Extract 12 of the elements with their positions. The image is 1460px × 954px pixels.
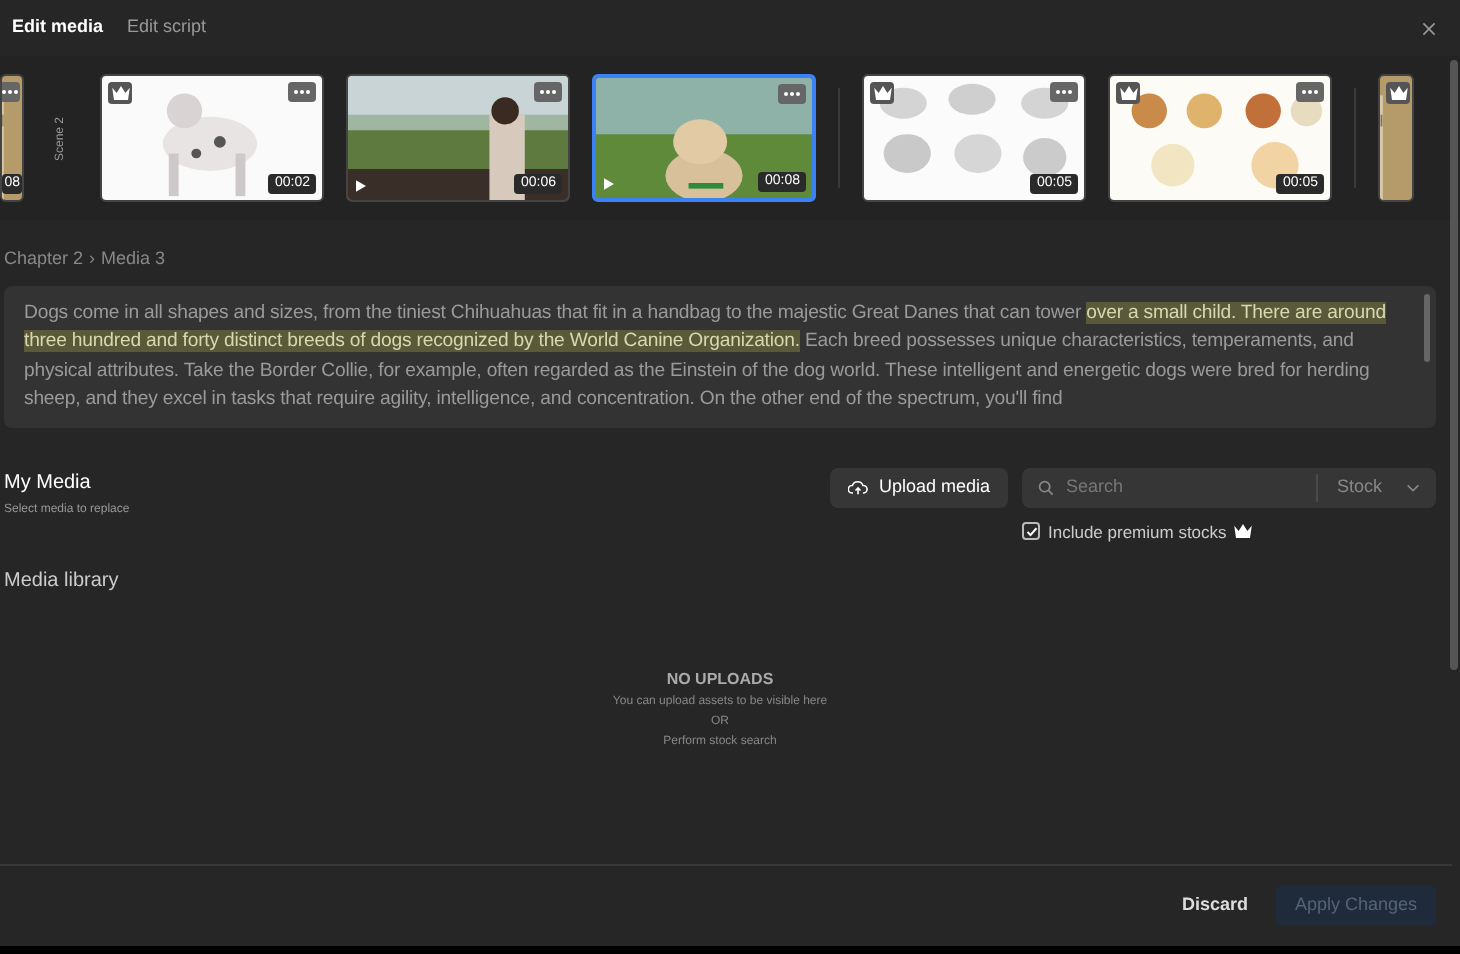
discard-button[interactable]: Discard bbox=[1181, 892, 1248, 920]
header-tab[interactable]: Edit script bbox=[119, 10, 215, 46]
header-tab[interactable]: Edit media bbox=[4, 10, 112, 46]
breadcrumb-item[interactable]: Chapter 2 bbox=[4, 246, 84, 273]
checkbox-label: Include premium stocks bbox=[1048, 519, 1227, 545]
section-title: Media library bbox=[4, 568, 121, 597]
empty-state-title: NO UPLOADS bbox=[666, 668, 774, 693]
breadcrumb-item[interactable]: Media 3 bbox=[101, 246, 166, 273]
script-text: Dogs come in all shapes and sizes, from the tiniest Chihuahuas that fit in a handbag to the majestic Great Danes that can tower over a small child. There are around three hundred and forty distinct breeds of dogs recognized by the World Canine Organization. Each breed possesses unique characteristics, temperaments, and physical attributes. Take the Border Collie, for example, often regarded as the Einstein of the dog world. These intelligent and energetic dogs were bred for herding sheep, and they excel in tasks that require agility, intelligence, and concentration. On the other end of the spectrum, you'll find bbox=[24, 299, 1388, 414]
breadcrumb-separator: › bbox=[89, 246, 96, 272]
section-title: My Media bbox=[4, 469, 93, 497]
upload-media-button[interactable]: Upload media bbox=[830, 467, 1008, 507]
